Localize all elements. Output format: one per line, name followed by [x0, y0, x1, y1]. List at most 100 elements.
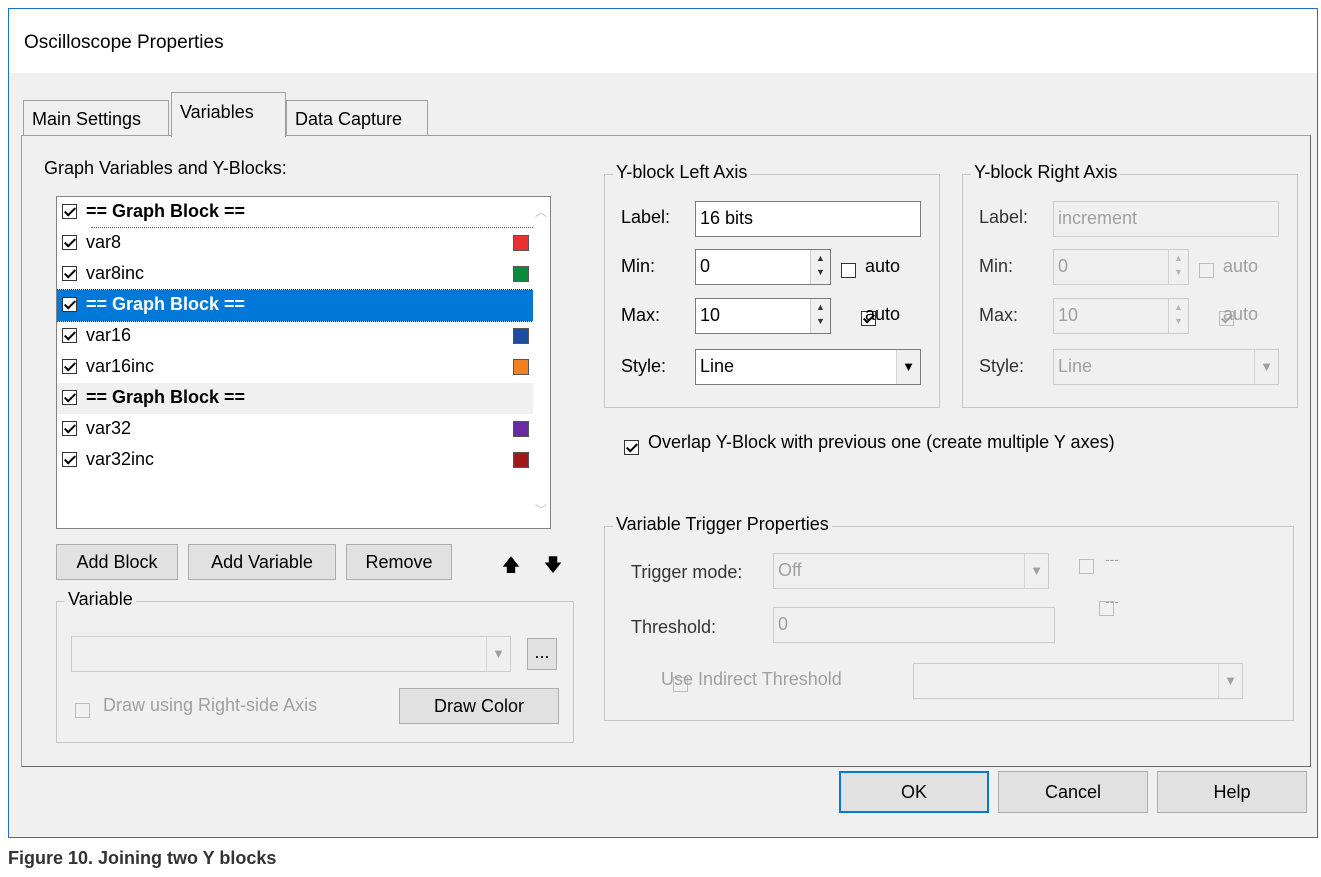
left-axis-min-auto-checkbox[interactable]	[841, 262, 856, 278]
list-item-label: var16inc	[86, 356, 155, 376]
list-item[interactable]: var32	[57, 414, 535, 445]
list-item[interactable]: var32inc	[57, 445, 535, 476]
remove-button[interactable]: Remove	[346, 544, 452, 580]
left-axis-label-caption: Label:	[621, 207, 671, 227]
add-variable-label: Add Variable	[211, 552, 313, 572]
left-axis-max-input[interactable]: 10 ▲ ▼	[695, 298, 831, 334]
indirect-threshold-select[interactable]: ▼	[913, 663, 1243, 699]
right-axis-max-caption: Max:	[979, 305, 1019, 325]
list-item-label: var8inc	[86, 263, 145, 283]
tab-variables[interactable]: Variables	[171, 92, 286, 137]
max-spinner[interactable]: ▲ ▼	[810, 299, 830, 333]
trigger-group: Variable Trigger Properties Trigger mode…	[604, 514, 1294, 721]
list-item-block-selected[interactable]: == Graph Block ==	[57, 289, 536, 322]
list-item-checkbox[interactable]	[62, 235, 77, 250]
indirect-threshold-label: Use Indirect Threshold	[661, 669, 842, 689]
arrow-up-icon[interactable]: 🡅	[500, 554, 522, 576]
chevron-down-icon[interactable]: ▼	[1254, 350, 1278, 384]
scroll-down-icon[interactable]: ﹀	[535, 501, 547, 518]
right-axis-label-input[interactable]: increment	[1053, 201, 1279, 237]
add-block-label: Add Block	[76, 552, 158, 572]
threshold-caption: Threshold:	[631, 617, 717, 637]
trigger-mode-select[interactable]: Off ▼	[773, 553, 1049, 589]
scroll-up-icon[interactable]: ︿	[535, 203, 547, 220]
list-item[interactable]: var16	[57, 321, 535, 352]
list-item-checkbox[interactable]	[62, 452, 77, 467]
chevron-down-icon[interactable]: ▼	[1024, 554, 1048, 588]
list-item-label: == Graph Block ==	[86, 387, 246, 407]
list-item-block[interactable]: == Graph Block ==	[57, 197, 535, 228]
list-item[interactable]: var8	[57, 228, 535, 259]
trigger-option-1-checkbox[interactable]	[1079, 558, 1094, 574]
left-axis-min-input[interactable]: 0 ▲ ▼	[695, 249, 831, 285]
help-button[interactable]: Help	[1157, 771, 1307, 813]
draw-color-button[interactable]: Draw Color	[399, 688, 559, 724]
list-item[interactable]: var8inc	[57, 259, 535, 290]
draw-color-label: Draw Color	[433, 696, 525, 716]
right-axis-group: Y-block Right Axis Label: increment Min:…	[962, 162, 1298, 408]
left-axis-label-input[interactable]: 16 bits	[695, 201, 921, 237]
min-spinner[interactable]: ▲ ▼	[810, 250, 830, 284]
right-axis-legend: Y-block Right Axis	[971, 162, 1121, 183]
min-spinner[interactable]: ▲ ▼	[1168, 250, 1188, 284]
cancel-button[interactable]: Cancel	[998, 771, 1148, 813]
left-axis-min-value: 0	[700, 256, 711, 276]
properties-dialog: Oscilloscope Properties Main Settings Va…	[8, 8, 1318, 838]
draw-right-axis-checkbox[interactable]	[75, 702, 90, 718]
list-item-checkbox[interactable]	[62, 359, 77, 374]
help-label: Help	[1213, 782, 1251, 802]
variable-group: Variable ▼ ... Draw using Right-side Axi…	[56, 589, 574, 743]
left-axis-min-caption: Min:	[621, 256, 656, 276]
list-scrollbar[interactable]: ︿ ﹀	[533, 197, 550, 528]
list-item-checkbox[interactable]	[62, 390, 77, 405]
max-spinner[interactable]: ▲ ▼	[1168, 299, 1188, 333]
variable-select[interactable]: ▼	[71, 636, 511, 672]
ok-label: OK	[900, 782, 927, 802]
cancel-label: Cancel	[1044, 782, 1102, 802]
list-item-label: == Graph Block ==	[86, 294, 246, 314]
list-item-checkbox[interactable]	[62, 204, 77, 219]
left-axis-max-auto-label: auto	[865, 304, 901, 324]
right-axis-max-auto-label: auto	[1223, 304, 1259, 324]
list-item-label: var32inc	[86, 449, 155, 469]
left-axis-style-select[interactable]: Line ▼	[695, 349, 921, 385]
color-swatch	[513, 328, 529, 344]
left-axis-style-caption: Style:	[621, 356, 667, 376]
right-axis-label-caption: Label:	[979, 207, 1029, 227]
right-axis-max-input[interactable]: 10 ▲ ▼	[1053, 298, 1189, 334]
graph-variables-list[interactable]: == Graph Block == var8 var8inc == Graph …	[56, 196, 551, 529]
right-axis-min-auto-checkbox[interactable]	[1199, 262, 1214, 278]
color-swatch	[513, 266, 529, 282]
ok-button[interactable]: OK	[839, 771, 989, 813]
right-axis-min-auto-label: auto	[1223, 256, 1259, 276]
chevron-down-icon[interactable]: ▼	[896, 350, 920, 384]
add-variable-button[interactable]: Add Variable	[188, 544, 336, 580]
trigger-option-2-label: ---	[1105, 593, 1119, 609]
chevron-down-icon[interactable]: ▼	[486, 637, 510, 671]
list-item-label: var16	[86, 325, 132, 345]
tab-panel-variables: Graph Variables and Y-Blocks: == Graph B…	[21, 135, 1311, 767]
browse-label: ...	[534, 642, 550, 662]
overlap-checkbox[interactable]	[624, 439, 639, 455]
list-item-checkbox[interactable]	[62, 266, 77, 281]
list-item-block[interactable]: == Graph Block ==	[57, 383, 535, 414]
list-item-label: var8	[86, 232, 122, 252]
browse-button[interactable]: ...	[527, 638, 557, 670]
threshold-input[interactable]: 0	[773, 607, 1055, 643]
list-item-checkbox[interactable]	[62, 328, 77, 343]
add-block-button[interactable]: Add Block	[56, 544, 178, 580]
tab-data-capture[interactable]: Data Capture	[286, 100, 428, 136]
list-item-label: == Graph Block ==	[86, 201, 246, 221]
draw-right-axis-label: Draw using Right-side Axis	[103, 695, 318, 715]
list-item[interactable]: var16inc	[57, 352, 535, 383]
dialog-title: Oscilloscope Properties	[24, 32, 224, 53]
right-axis-style-select[interactable]: Line ▼	[1053, 349, 1279, 385]
list-item-checkbox[interactable]	[62, 297, 77, 312]
title-bar: Oscilloscope Properties	[9, 9, 1317, 73]
right-axis-min-value: 0	[1058, 256, 1069, 276]
list-item-checkbox[interactable]	[62, 421, 77, 436]
tab-main-settings[interactable]: Main Settings	[23, 100, 169, 136]
right-axis-min-input[interactable]: 0 ▲ ▼	[1053, 249, 1189, 285]
chevron-down-icon[interactable]: ▼	[1218, 664, 1242, 698]
arrow-down-icon[interactable]: 🡇	[542, 554, 564, 576]
